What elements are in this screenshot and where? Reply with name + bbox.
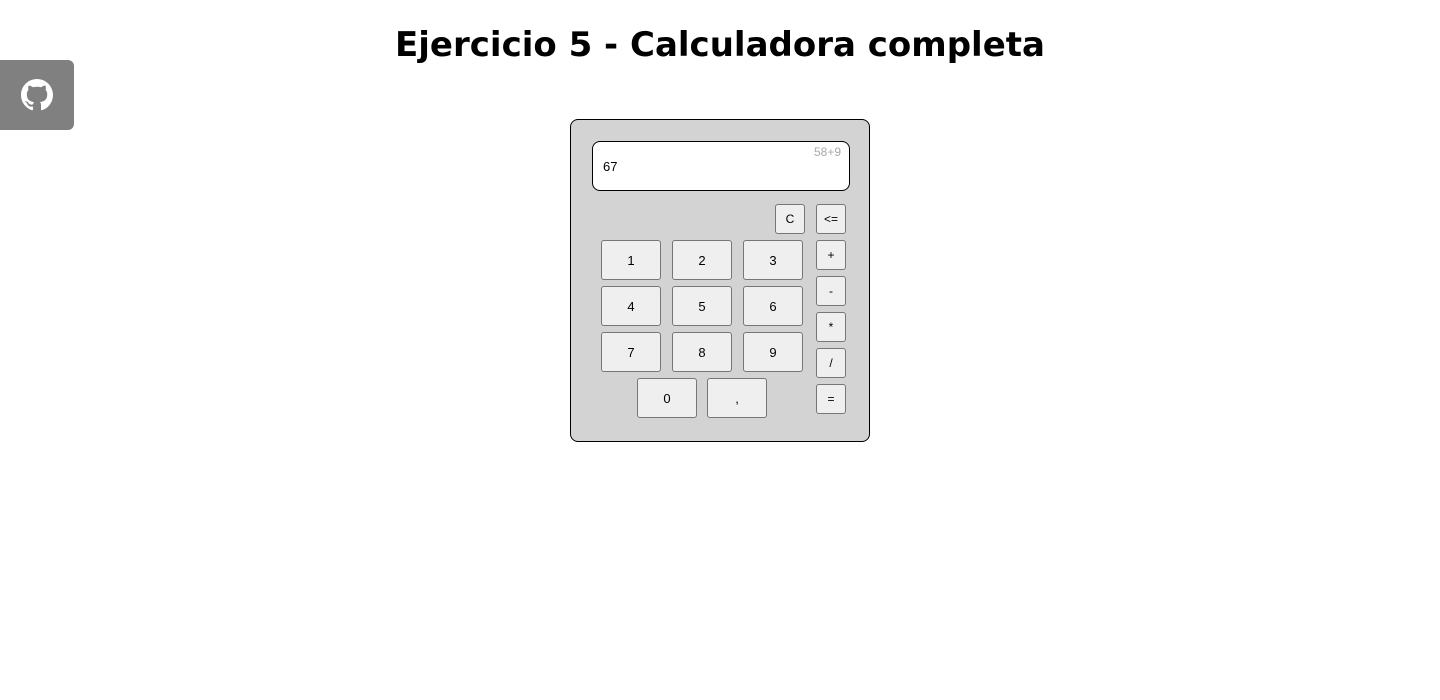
calculator-display: 58+9 67 xyxy=(592,141,850,191)
comma-button[interactable]: , xyxy=(707,378,767,418)
digit-7-button[interactable]: 7 xyxy=(601,332,661,372)
digit-8-button[interactable]: 8 xyxy=(672,332,732,372)
minus-button[interactable]: - xyxy=(816,276,846,306)
calculator: 58+9 67 C <= + - * / = 1 2 3 4 5 6 7 8 9… xyxy=(570,119,870,442)
digit-1-button[interactable]: 1 xyxy=(601,240,661,280)
equals-button[interactable]: = xyxy=(816,384,846,414)
digit-9-button[interactable]: 9 xyxy=(743,332,803,372)
backspace-button[interactable]: <= xyxy=(816,204,846,234)
display-history: 58+9 xyxy=(813,145,841,159)
multiply-button[interactable]: * xyxy=(816,312,846,342)
digit-2-button[interactable]: 2 xyxy=(672,240,732,280)
plus-button[interactable]: + xyxy=(816,240,846,270)
github-icon xyxy=(21,79,53,111)
divide-button[interactable]: / xyxy=(816,348,846,378)
github-link[interactable] xyxy=(0,60,74,130)
digit-6-button[interactable]: 6 xyxy=(743,286,803,326)
digit-5-button[interactable]: 5 xyxy=(672,286,732,326)
digit-0-button[interactable]: 0 xyxy=(637,378,697,418)
digit-4-button[interactable]: 4 xyxy=(601,286,661,326)
clear-button[interactable]: C xyxy=(775,204,805,234)
display-result: 67 xyxy=(603,159,618,174)
page-title: Ejercicio 5 - Calculadora completa xyxy=(395,25,1045,65)
digit-3-button[interactable]: 3 xyxy=(743,240,803,280)
